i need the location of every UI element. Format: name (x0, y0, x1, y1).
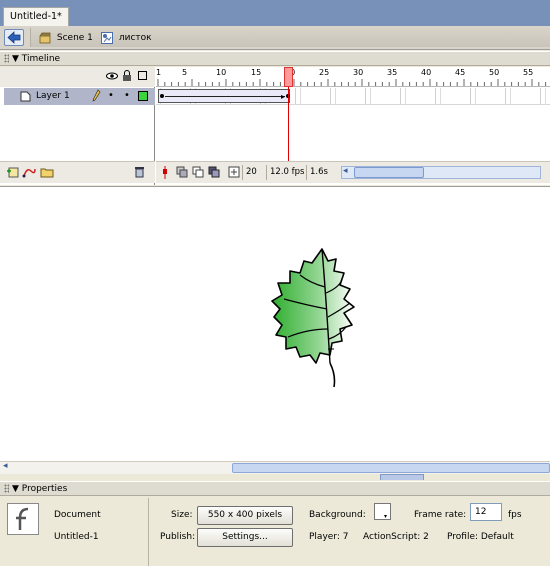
outline-color-icon[interactable] (138, 91, 148, 101)
scroll-left-arrow-icon[interactable]: ◂ (3, 461, 8, 471)
frames-area: 1 5 10 15 20 25 30 35 40 45 50 55 ▸ (156, 67, 550, 185)
frame-row[interactable]: ▸ (156, 88, 550, 105)
breadcrumb-symbol[interactable]: листок (101, 31, 152, 45)
onion-skin-outlines-icon[interactable] (192, 166, 204, 181)
publish-label: Publish: (160, 532, 196, 542)
frame-rate-display[interactable]: 12.0 fps (266, 165, 307, 180)
layer-name: Layer 1 (36, 91, 70, 101)
dropdown-arrow-icon: ▾ (384, 513, 388, 520)
scrollbar-thumb[interactable] (232, 463, 550, 473)
edit-multiple-frames-icon[interactable] (208, 166, 220, 181)
document-tab-bar: Untitled-1* (0, 0, 550, 26)
timeline-horizontal-scrollbar[interactable]: ◂ (341, 166, 541, 179)
ruler-number: 10 (216, 68, 227, 77)
background-color-swatch[interactable]: ▾ (374, 503, 391, 520)
keyframe-start[interactable] (160, 94, 164, 98)
timeline-panel-header[interactable]: ▼ Timeline (0, 51, 550, 66)
player-version: Player: 7 (309, 532, 349, 542)
properties-title: Properties (21, 484, 68, 494)
properties-panel-header[interactable]: ▼ Properties (0, 481, 550, 496)
modify-onion-markers-icon[interactable] (228, 166, 240, 181)
actionscript-version: ActionScript: 2 (363, 532, 429, 542)
scroll-left-arrow-icon[interactable]: ◂ (343, 166, 348, 176)
timeline-status-bar: 20 12.0 fps 1.6s ◂ (156, 161, 550, 183)
tween-arrowhead-icon: ▸ (281, 92, 286, 101)
ruler-number: 40 (421, 68, 432, 77)
ruler-number: 5 (182, 68, 188, 77)
playhead[interactable] (284, 67, 293, 87)
ruler-number: 55 (523, 68, 534, 77)
size-button[interactable]: 550 x 400 pixels (197, 506, 293, 525)
back-arrow-icon (7, 31, 21, 44)
ruler-number: 15 (251, 68, 262, 77)
lock-icon[interactable] (122, 70, 132, 85)
timeline-title: Timeline (21, 54, 61, 64)
frame-rate-label: Frame rate: (414, 510, 467, 520)
ruler-number: 35 (387, 68, 398, 77)
size-label: Size: (171, 510, 193, 520)
timeline: Layer 1 • • 1 5 10 15 25 30 35 40 45 50 … (0, 67, 550, 185)
grip-icon (4, 54, 9, 63)
graphic-symbol-icon (101, 31, 113, 44)
elapsed-time: 1.6s (306, 165, 331, 180)
insert-folder-icon[interactable] (40, 166, 54, 181)
breadcrumb-scene[interactable]: Scene 1 (39, 31, 93, 45)
stage[interactable] (0, 186, 550, 462)
breadcrumb-symbol-label: листок (118, 33, 152, 43)
grip-icon (4, 484, 9, 493)
delete-layer-icon[interactable] (134, 166, 145, 181)
leaf-graphic[interactable] (270, 247, 370, 389)
back-button[interactable] (4, 29, 24, 46)
properties-panel: ▼ Properties Document Untitled-1 Size: 5… (0, 481, 550, 566)
flash-document-icon (7, 503, 39, 535)
ruler-number: 50 (489, 68, 500, 77)
ruler-number: 45 (455, 68, 466, 77)
add-motion-guide-icon[interactable] (22, 166, 36, 181)
pencil-icon (92, 89, 101, 105)
ruler-number: 30 (353, 68, 364, 77)
ruler-number: 25 (319, 68, 330, 77)
background-label: Background: (309, 510, 366, 520)
visibility-dot-icon[interactable]: • (108, 90, 114, 101)
outline-icon[interactable] (138, 71, 147, 80)
profile-label: Profile: Default (447, 532, 514, 542)
scrollbar-thumb[interactable] (354, 167, 424, 178)
insert-layer-icon[interactable] (6, 166, 19, 181)
document-tab[interactable]: Untitled-1* (3, 7, 69, 26)
ruler-number: 1 (156, 68, 162, 77)
stage-horizontal-scrollbar[interactable]: ◂ (0, 461, 550, 474)
layer-column: Layer 1 • • (0, 67, 155, 185)
breadcrumb: Scene 1 листок (30, 28, 550, 47)
tween-arrow-line (165, 96, 285, 97)
document-name: Untitled-1 (54, 532, 99, 542)
playhead-line (288, 87, 289, 161)
layer-page-icon (20, 91, 31, 105)
layer-header (0, 67, 155, 87)
eye-icon[interactable] (106, 71, 118, 84)
fps-label: fps (508, 510, 522, 520)
onion-skin-icon[interactable] (176, 166, 188, 181)
divider (148, 498, 149, 566)
collapse-triangle-icon: ▼ (12, 484, 19, 494)
lock-dot-icon[interactable]: • (124, 90, 130, 101)
frame-rate-input[interactable]: 12 (470, 503, 502, 521)
motion-tween-span[interactable]: ▸ (158, 89, 290, 103)
panel-collapse-handle[interactable] (380, 474, 424, 480)
frame-ruler[interactable]: 1 5 10 15 20 25 30 35 40 45 50 55 (156, 67, 550, 87)
settings-button[interactable]: Settings... (197, 528, 293, 547)
ruler-ticks (157, 79, 547, 86)
center-frame-icon[interactable] (161, 166, 169, 182)
document-type-label: Document (54, 510, 101, 520)
edit-bar: Scene 1 листок (0, 26, 550, 50)
collapse-triangle-icon: ▼ (12, 54, 19, 64)
layer-toolbar (0, 161, 155, 183)
scene-clapper-icon (39, 32, 51, 43)
layer-row[interactable]: Layer 1 • • (4, 88, 155, 105)
breadcrumb-scene-label: Scene 1 (56, 33, 93, 43)
current-frame: 20 (242, 165, 260, 180)
